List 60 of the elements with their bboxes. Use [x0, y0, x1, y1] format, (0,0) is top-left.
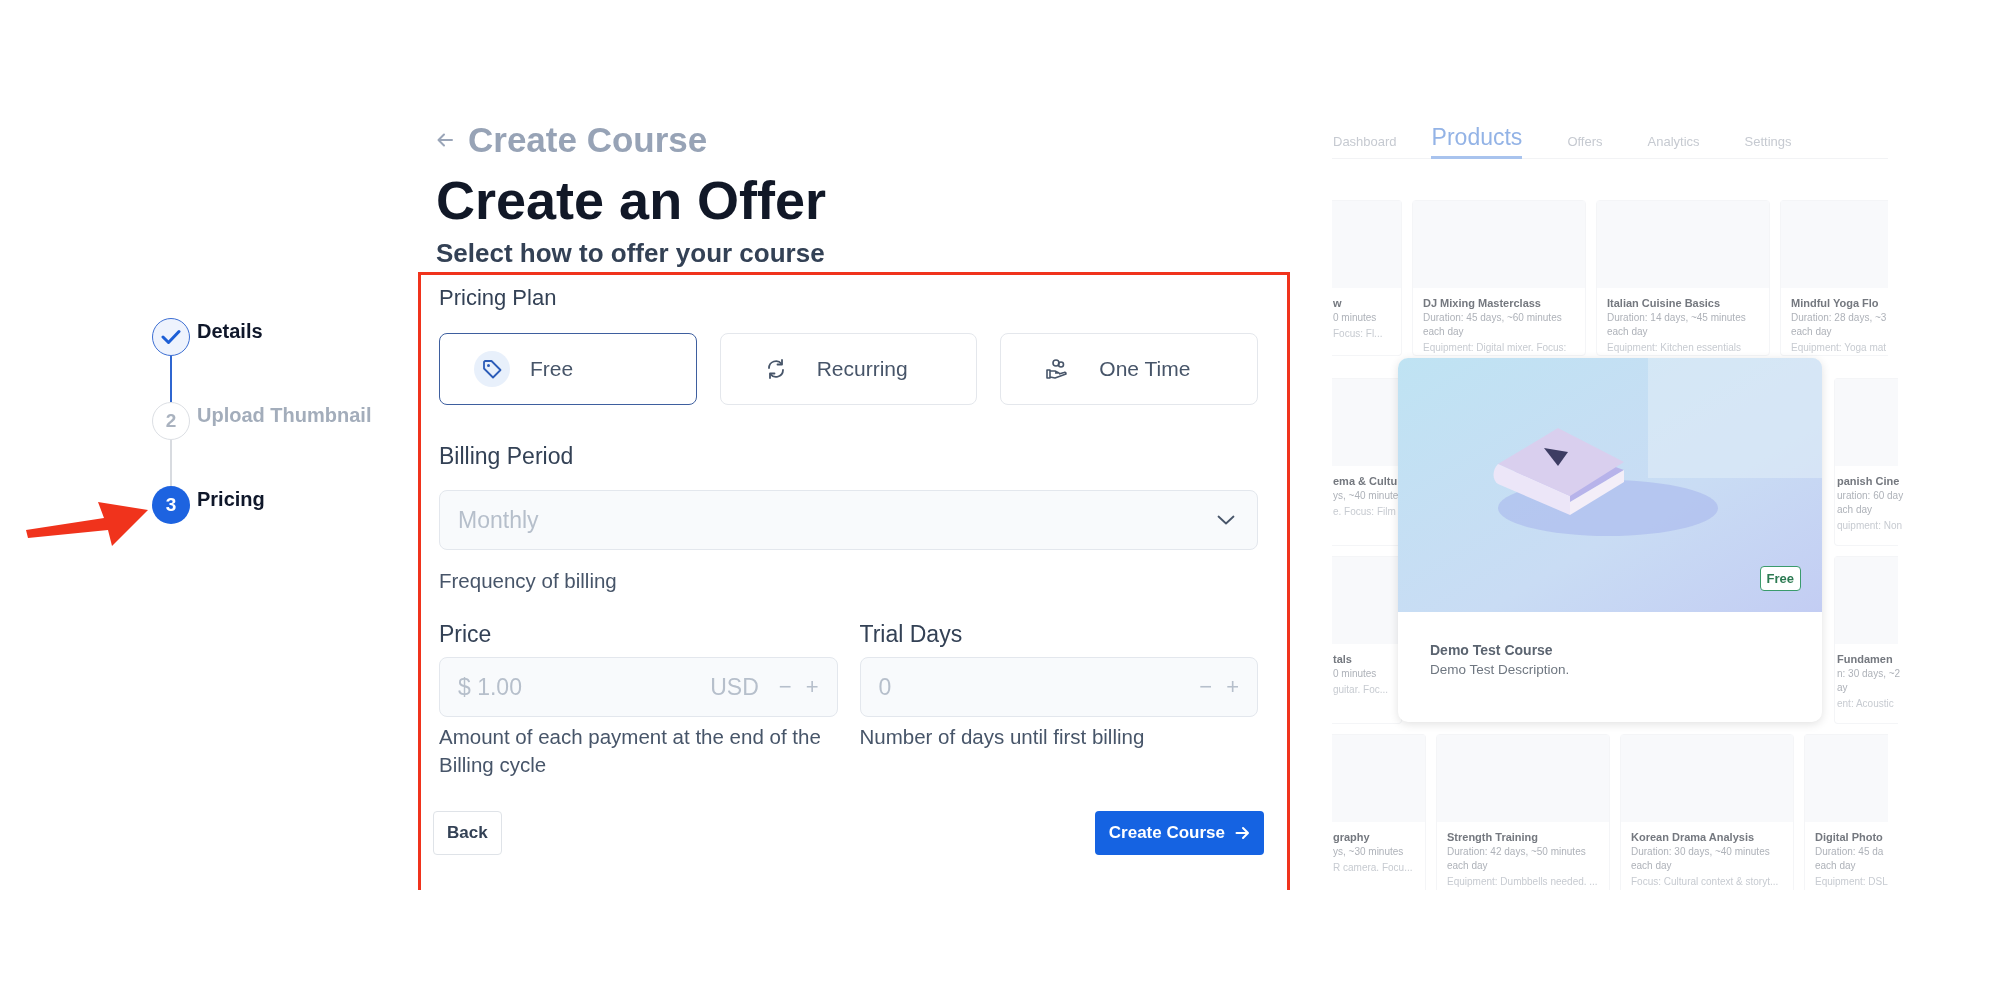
course-detail: n: 30 days, ~2: [1837, 667, 1901, 681]
page-subtitle: Select how to offer your course: [436, 238, 826, 268]
course-title: tals: [1333, 652, 1352, 667]
step-label: Upload Thumbnail: [197, 403, 372, 427]
course-title: Mindful Yoga Flo: [1791, 296, 1879, 311]
course-title: Demo Test Course: [1430, 642, 1554, 658]
help-text: Amount of each payment at the end of the Billing cycle: [439, 724, 822, 778]
course-detail: quipment: Non: [1837, 519, 1903, 533]
field-label: Trial Days: [859, 621, 964, 647]
arrow-right-icon: [1235, 826, 1250, 840]
course-detail: ys, ~40 minute: [1333, 489, 1399, 503]
course-detail: Duration: 45 da: [1815, 845, 1884, 859]
field-label: Price: [439, 621, 493, 647]
course-title: DJ Mixing Masterclass: [1423, 296, 1542, 311]
course-detail: 0 minutes: [1333, 311, 1377, 325]
back-link[interactable]: Create Course: [468, 120, 708, 160]
course-title: Digital Photo: [1815, 830, 1883, 845]
course-detail: Focus: Fl...: [1333, 327, 1383, 341]
course-title: Fundamen: [1837, 652, 1893, 667]
course-title: panish Cine: [1837, 474, 1900, 489]
course-detail: ys, ~30 minutes: [1333, 845, 1404, 859]
course-card[interactable]: w 0 minutes Focus: Fl...: [1332, 200, 1402, 356]
course-description: Demo Test Description.: [1430, 662, 1571, 677]
course-title: ema & Cultu: [1333, 474, 1398, 489]
course-detail: Duration: 28 days, ~3: [1791, 311, 1887, 325]
plan-option[interactable]: Recurring: [719, 333, 978, 405]
step-label: Details: [197, 319, 263, 343]
field-label: Pricing Plan: [439, 286, 558, 310]
back-arrow-icon[interactable]: [436, 132, 454, 148]
back-button[interactable]: Back: [433, 811, 502, 855]
course-title: graphy: [1333, 830, 1370, 845]
step-number: 3: [152, 486, 190, 524]
step-label: Pricing: [197, 487, 265, 511]
hand-coins-icon: [1045, 357, 1070, 381]
course-detail: Duration: 30 days, ~40 minutes each day: [1631, 845, 1771, 873]
course-detail: uration: 60 day: [1837, 489, 1904, 503]
course-title: Korean Drama Analysis: [1631, 830, 1756, 845]
step-number: 2: [152, 402, 190, 440]
course-detail: Duration: 45 days, ~60 minutes each day: [1423, 311, 1563, 339]
course-title: Strength Training: [1447, 830, 1540, 845]
course-detail: each day: [1791, 325, 1832, 339]
check-icon: [161, 329, 181, 345]
plan-option[interactable]: One Time: [1000, 333, 1258, 405]
course-detail: ach day: [1837, 503, 1873, 517]
page-title: Create an Offer: [436, 169, 828, 232]
tag-icon: [474, 351, 510, 387]
plan-option[interactable]: Free: [439, 333, 697, 405]
help-text: Number of days until first billing: [859, 724, 1146, 750]
course-detail: each day: [1815, 859, 1856, 873]
course-detail: 0 minutes: [1333, 667, 1377, 681]
chevron-down-icon: [1217, 515, 1235, 525]
course-detail: Duration: 14 days, ~45 minutes each day: [1607, 311, 1747, 339]
course-title: Italian Cuisine Basics: [1607, 296, 1722, 311]
field-label: Billing Period: [439, 443, 575, 469]
course-detail: ay: [1837, 681, 1848, 695]
help-text: Frequency of billing: [439, 569, 618, 593]
course-title: w: [1333, 296, 1342, 311]
course-detail: Duration: 42 days, ~50 minutes each day: [1447, 845, 1587, 873]
price-badge: Free: [1759, 566, 1801, 591]
create-course-button[interactable]: Create Course: [1094, 811, 1264, 855]
